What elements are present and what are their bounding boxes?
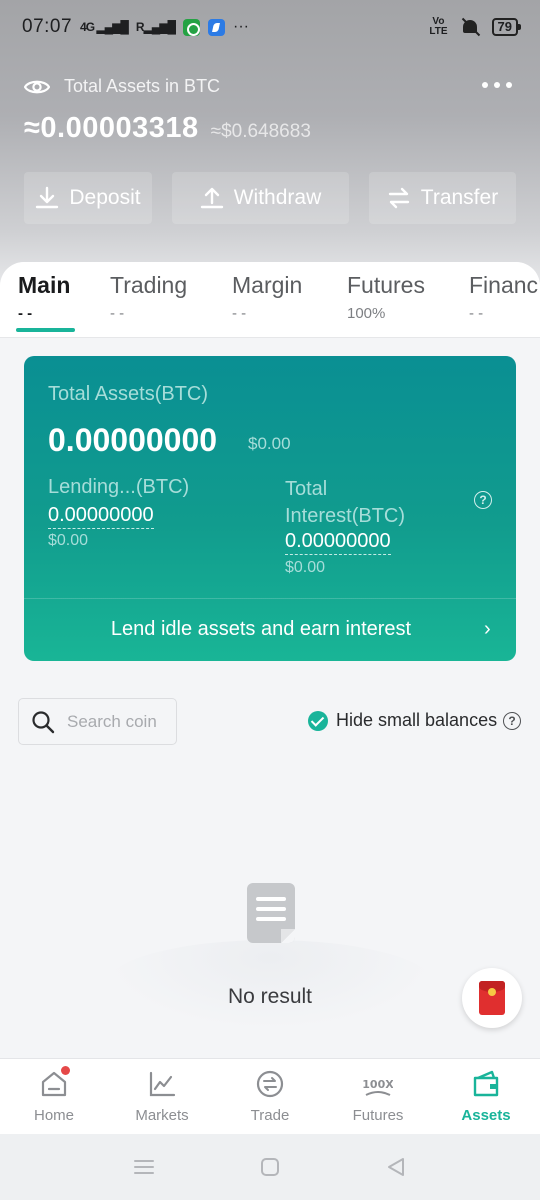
interest-usd: $0.00	[285, 559, 326, 576]
earn-card-title: Total Assets(BTC)	[48, 383, 209, 405]
download-icon	[36, 186, 59, 209]
app-notification-icon	[208, 18, 225, 36]
help-icon[interactable]: ?	[503, 712, 521, 730]
lending-value[interactable]: 0.00000000	[48, 504, 154, 529]
card-divider	[24, 598, 516, 599]
bottom-navigation: Home Markets Trade 100X Futures Assets	[0, 1058, 540, 1134]
hide-small-balances-label: Hide small balances	[336, 710, 498, 730]
lending-usd: $0.00	[48, 532, 89, 549]
lending-label: Lending...(BTC)	[48, 476, 190, 498]
red-envelope-icon	[479, 981, 505, 1015]
search-coin-box[interactable]	[18, 698, 177, 745]
earn-summary-card: Total Assets(BTC) 0.00000000 $0.00 Lendi…	[24, 356, 516, 661]
mute-bell-icon	[460, 17, 480, 37]
whatsapp-icon	[183, 18, 200, 36]
nav-home[interactable]: Home	[0, 1059, 108, 1134]
nav-trade[interactable]: Trade	[216, 1059, 324, 1134]
earn-total-usd: $0.00	[248, 434, 291, 453]
interest-value[interactable]: 0.00000000	[285, 530, 391, 555]
transfer-button[interactable]: Transfer	[369, 172, 516, 224]
futures-icon: 100X	[363, 1078, 393, 1096]
interest-label: Total Interest(BTC)	[285, 478, 406, 527]
trade-icon	[256, 1070, 284, 1098]
menu-icon[interactable]	[133, 1156, 155, 1178]
tab-finance[interactable]: Financ - -	[469, 272, 538, 322]
upload-icon	[200, 187, 223, 209]
transfer-icon	[388, 187, 409, 209]
chevron-right-icon[interactable]: ›	[484, 618, 491, 641]
balance-row: ≈0.00003318 ≈$0.648683	[24, 112, 311, 145]
signal-roaming-icon: R▂▄▆█	[135, 20, 176, 34]
hide-small-balances-toggle[interactable]: Hide small balances	[308, 710, 497, 731]
eye-icon[interactable]	[24, 77, 50, 97]
help-icon[interactable]: ?	[474, 491, 492, 509]
account-tabs: Main - - Trading - - Margin - - Futures …	[0, 262, 540, 338]
more-options-icon[interactable]	[482, 82, 512, 88]
tab-main[interactable]: Main - -	[18, 272, 70, 322]
status-time: 07:07	[22, 16, 73, 37]
wallet-icon	[473, 1070, 499, 1097]
back-icon[interactable]	[385, 1156, 407, 1178]
svg-text:100X: 100X	[363, 1078, 393, 1091]
more-notifications-icon: ···	[233, 18, 249, 35]
battery-icon: 79	[491, 18, 522, 36]
deposit-button[interactable]: Deposit	[24, 172, 152, 224]
volte-icon: Vo LTE	[429, 16, 448, 37]
system-navigation-bar	[0, 1134, 540, 1200]
active-tab-indicator	[16, 328, 75, 332]
document-icon	[247, 883, 295, 943]
tab-margin[interactable]: Margin - -	[232, 272, 302, 322]
total-assets-label-row: Total Assets in BTC	[24, 76, 220, 97]
nav-assets[interactable]: Assets	[432, 1059, 540, 1134]
notification-dot	[61, 1066, 70, 1075]
earn-total-btc: 0.00000000	[48, 422, 218, 458]
nav-markets[interactable]: Markets	[108, 1059, 216, 1134]
check-circle-icon[interactable]	[308, 710, 328, 731]
tab-trading[interactable]: Trading - -	[110, 272, 187, 322]
search-coin-input[interactable]	[67, 711, 167, 732]
no-result-text: No result	[227, 985, 313, 1008]
withdraw-button[interactable]: Withdraw	[172, 172, 349, 224]
chart-icon	[149, 1071, 176, 1097]
signal-icon: 4G ▂▄▆█	[80, 20, 129, 34]
search-icon	[32, 710, 55, 733]
red-packet-button[interactable]	[462, 968, 522, 1028]
home-square-icon[interactable]	[259, 1156, 281, 1178]
tab-futures[interactable]: Futures 100%	[347, 272, 425, 322]
balance-btc: ≈0.00003318	[24, 112, 199, 144]
balance-usd: ≈$0.648683	[210, 121, 311, 142]
lend-idle-assets-link[interactable]: Lend idle assets and earn interest	[24, 618, 498, 641]
status-bar: 07:07 4G ▂▄▆█ R▂▄▆█ ··· Vo LTE 79	[0, 0, 540, 54]
nav-futures[interactable]: 100X Futures	[324, 1059, 432, 1134]
total-assets-label: Total Assets in BTC	[64, 76, 221, 96]
